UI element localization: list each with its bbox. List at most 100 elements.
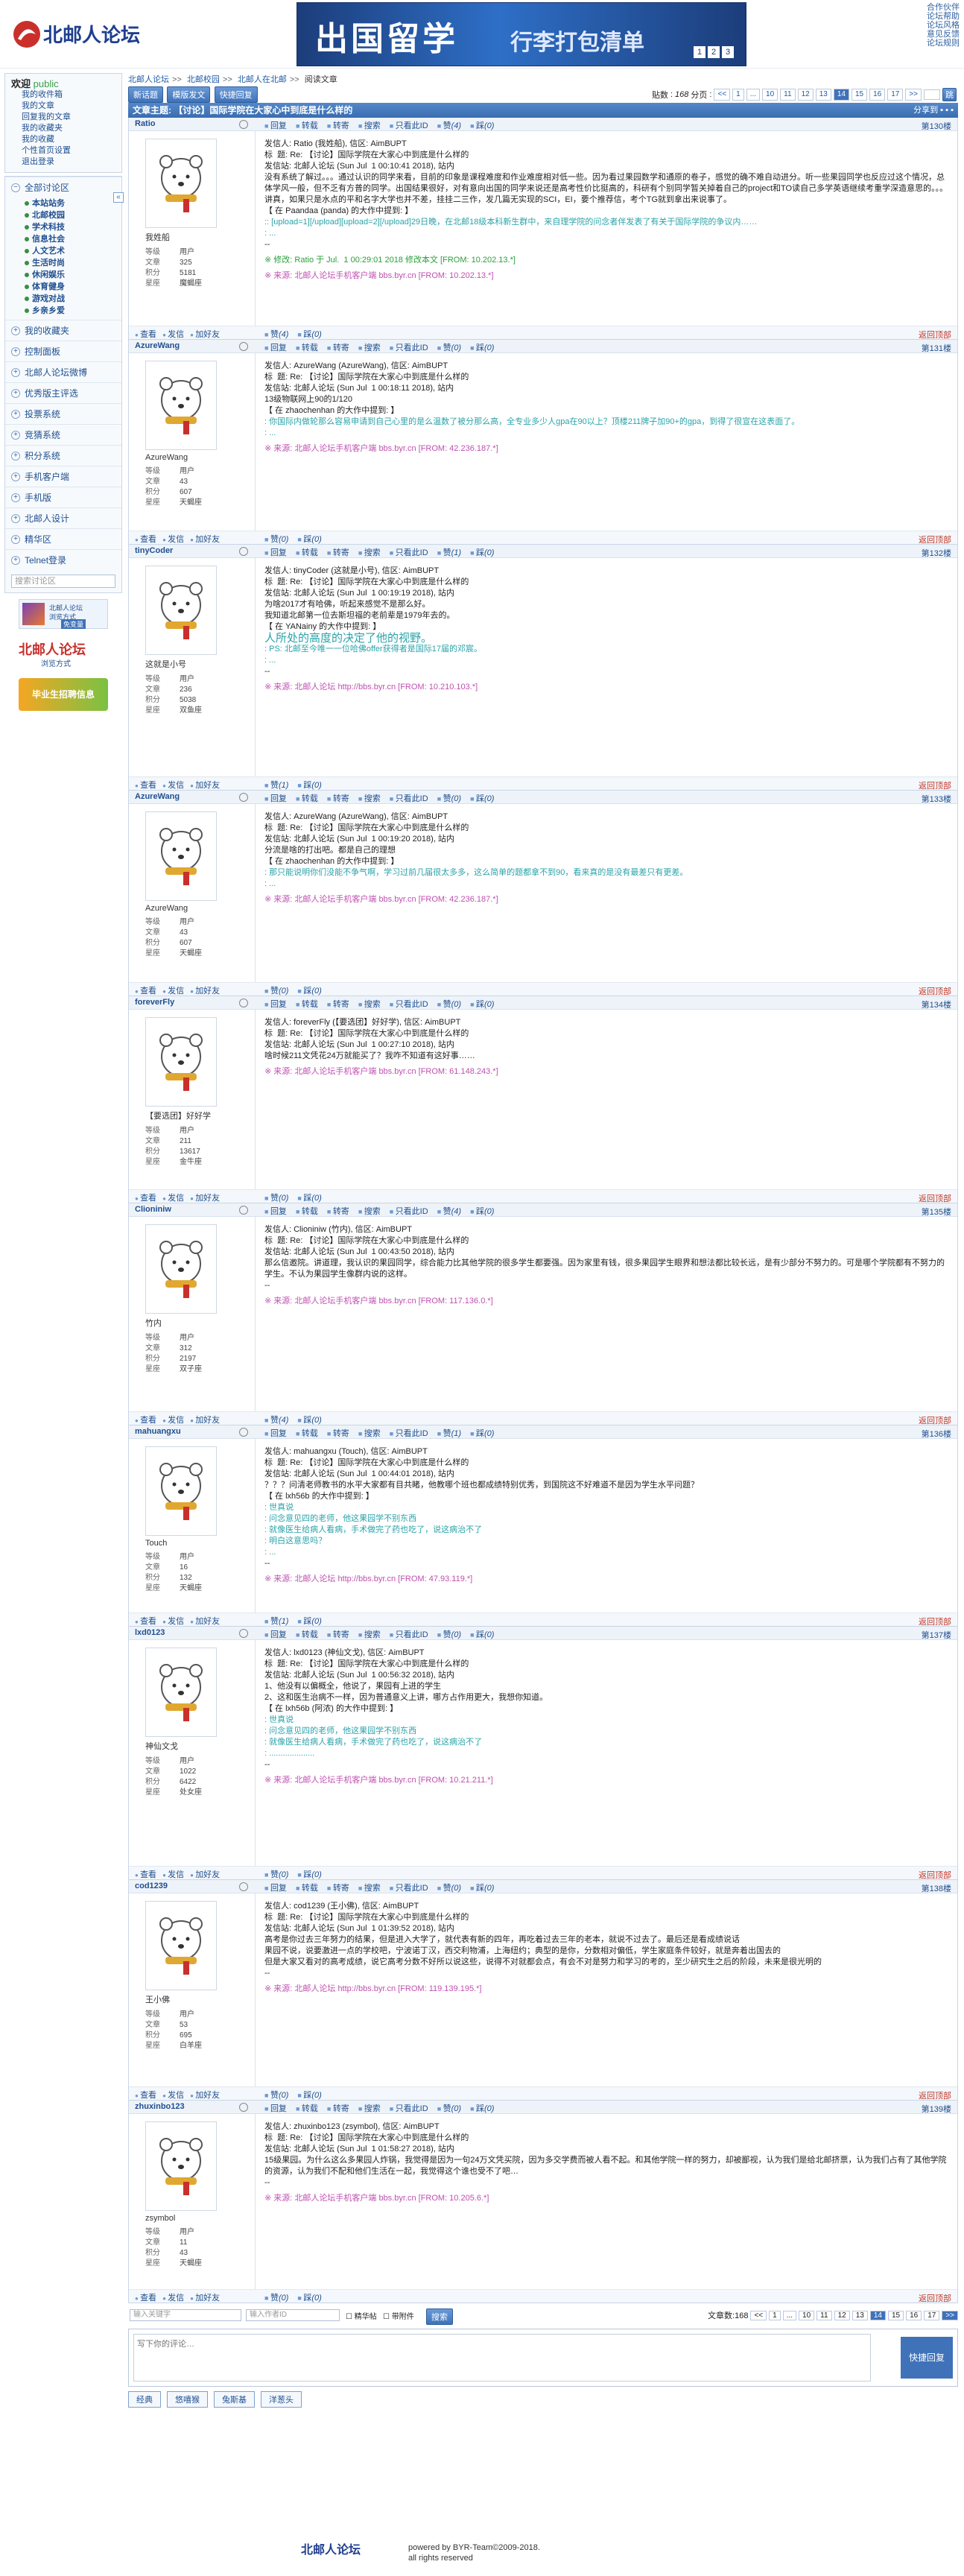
new-topic-button[interactable]: 新话题: [128, 86, 163, 103]
post-action-5[interactable]: 赞(0): [437, 998, 461, 1010]
section-item[interactable]: 休闲娱乐: [25, 269, 121, 281]
top-link[interactable]: 论坛规则: [927, 39, 960, 48]
back-to-top-link[interactable]: 返回顶部: [919, 779, 951, 791]
page-link[interactable]: 1: [732, 89, 744, 101]
post-action-1[interactable]: 转载: [296, 1882, 318, 1893]
breadcrumb-link[interactable]: 北邮人在北邮: [238, 75, 287, 84]
post-action-2[interactable]: 转寄: [327, 341, 349, 353]
view-user-link[interactable]: 查看: [135, 328, 156, 340]
post-floor[interactable]: 第137楼: [922, 1629, 951, 1641]
user-avatar[interactable]: [145, 566, 217, 655]
post-action-0[interactable]: 回复: [264, 546, 287, 558]
page-link[interactable]: ...: [746, 89, 761, 101]
post-author[interactable]: Clioniniw: [135, 1205, 171, 1214]
breadcrumb-link[interactable]: 北邮人论坛: [128, 75, 169, 84]
ad-forum-logo[interactable]: 北邮人论坛 浏览方式: [19, 635, 108, 672]
user-avatar[interactable]: [145, 1224, 217, 1314]
dislike-button[interactable]: 踩(0): [297, 2089, 321, 2101]
page-link[interactable]: <<: [714, 89, 731, 101]
user-menu-item[interactable]: 我的收藏夹: [11, 123, 115, 134]
banner-dot[interactable]: 3: [722, 46, 734, 58]
nav-item[interactable]: + 优秀版主评选: [5, 382, 121, 403]
like-button[interactable]: 赞(0): [264, 1868, 288, 1880]
back-to-top-link[interactable]: 返回顶部: [919, 1615, 951, 1627]
digest-checkbox[interactable]: ☐ 精华帖: [346, 2310, 377, 2321]
nav-item[interactable]: + 手机客户端: [5, 466, 121, 487]
post-action-5[interactable]: 赞(4): [437, 119, 461, 131]
page-link[interactable]: 12: [797, 89, 814, 101]
share-to[interactable]: 分享到 ▪ ▪ ▪: [913, 103, 954, 118]
add-friend-link[interactable]: 加好友: [190, 1414, 220, 1425]
post-action-3[interactable]: 搜索: [358, 1427, 381, 1439]
post-action-1[interactable]: 转载: [296, 1628, 318, 1640]
post-action-3[interactable]: 搜索: [358, 546, 381, 558]
board-search-input[interactable]: 搜索讨论区: [11, 575, 115, 588]
banner-dot[interactable]: 2: [708, 46, 720, 58]
post-author[interactable]: tinyCoder: [135, 546, 173, 555]
post-action-0[interactable]: 回复: [264, 1205, 287, 1217]
nav-item[interactable]: + 我的收藏夹: [5, 320, 121, 341]
post-action-2[interactable]: 转寄: [327, 546, 349, 558]
post-action-0[interactable]: 回复: [264, 1628, 287, 1640]
user-avatar[interactable]: [145, 361, 217, 450]
post-author[interactable]: foreverFly: [135, 998, 174, 1007]
nav-item[interactable]: + 竞猜系统: [5, 424, 121, 445]
page-link[interactable]: >>: [905, 89, 922, 101]
nav-item[interactable]: + 北邮人论坛微博: [5, 361, 121, 382]
post-action-3[interactable]: 搜索: [358, 1882, 381, 1893]
user-avatar[interactable]: [145, 2121, 217, 2211]
emoticon-tab[interactable]: 经典: [128, 2391, 161, 2408]
top-link[interactable]: 论坛风格: [927, 21, 960, 30]
add-friend-link[interactable]: 加好友: [190, 779, 220, 791]
post-floor[interactable]: 第134楼: [922, 999, 951, 1010]
nav-item[interactable]: + 积分系统: [5, 445, 121, 466]
post-action-4[interactable]: 只看此ID: [390, 998, 428, 1010]
nav-item[interactable]: + 北邮人设计: [5, 507, 121, 528]
post-action-1[interactable]: 转载: [296, 1427, 318, 1439]
post-action-3[interactable]: 搜索: [358, 1205, 381, 1217]
send-mail-link[interactable]: 发信: [162, 1615, 184, 1627]
post-floor[interactable]: 第131楼: [922, 342, 951, 354]
nav-item[interactable]: + 精华区: [5, 528, 121, 549]
user-id[interactable]: public: [34, 78, 59, 89]
emoticon-tab[interactable]: 洋葱头: [261, 2391, 302, 2408]
back-to-top-link[interactable]: 返回顶部: [919, 2089, 951, 2101]
post-floor[interactable]: 第133楼: [922, 793, 951, 805]
back-to-top-link[interactable]: 返回顶部: [919, 2292, 951, 2304]
banner-dot[interactable]: 1: [694, 46, 705, 58]
like-button[interactable]: 赞(0): [264, 2089, 288, 2101]
back-to-top-link[interactable]: 返回顶部: [919, 1414, 951, 1426]
page-jump-input[interactable]: [924, 89, 940, 100]
section-item[interactable]: 本站站务: [25, 197, 121, 209]
page-link[interactable]: 13: [815, 89, 831, 101]
add-friend-link[interactable]: 加好友: [190, 2089, 220, 2101]
dislike-button[interactable]: 踩(0): [297, 328, 321, 340]
send-mail-link[interactable]: 发信: [162, 1192, 184, 1203]
user-menu-item[interactable]: 个性首页设置: [11, 145, 115, 156]
post-action-5[interactable]: 赞(1): [437, 546, 461, 558]
post-author[interactable]: AzureWang: [135, 341, 180, 350]
add-friend-link[interactable]: 加好友: [190, 2291, 220, 2303]
user-menu-item[interactable]: 我的文章: [11, 101, 115, 112]
post-action-0[interactable]: 回复: [264, 119, 287, 131]
add-friend-link[interactable]: 加好友: [190, 1868, 220, 1880]
post-action-6[interactable]: 踩(0): [470, 792, 494, 804]
back-to-top-link[interactable]: 返回顶部: [919, 1869, 951, 1881]
post-action-5[interactable]: 赞(0): [437, 792, 461, 804]
add-friend-link[interactable]: 加好友: [190, 328, 220, 340]
dislike-button[interactable]: 踩(0): [297, 1615, 321, 1627]
author-input[interactable]: 输入作者ID: [246, 2309, 340, 2321]
collapse-icon[interactable]: −: [11, 183, 20, 192]
add-friend-link[interactable]: 加好友: [190, 984, 220, 996]
post-action-3[interactable]: 搜索: [358, 119, 381, 131]
add-friend-link[interactable]: 加好友: [190, 1615, 220, 1627]
like-button[interactable]: 赞(0): [264, 1192, 288, 1203]
nav-item[interactable]: + Telnet登录: [5, 549, 121, 570]
post-author[interactable]: zhuxinbo123: [135, 2102, 185, 2111]
page-link[interactable]: 16: [869, 89, 886, 101]
post-action-4[interactable]: 只看此ID: [390, 1628, 428, 1640]
post-action-0[interactable]: 回复: [264, 341, 287, 353]
emoticon-tab[interactable]: 悠嘻猴: [167, 2391, 208, 2408]
post-action-2[interactable]: 转寄: [327, 119, 349, 131]
view-user-link[interactable]: 查看: [135, 1414, 156, 1425]
